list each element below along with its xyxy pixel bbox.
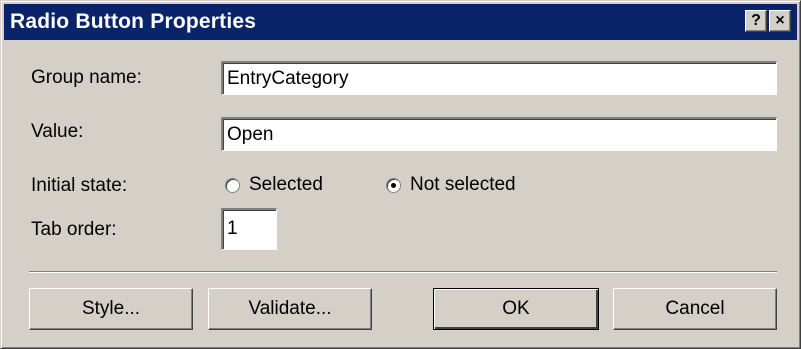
radio-checked-dot bbox=[391, 182, 396, 188]
radio-selected-label[interactable]: Selected bbox=[249, 174, 323, 196]
cancel-button[interactable]: Cancel bbox=[613, 288, 777, 330]
group-name-label: Group name: bbox=[31, 67, 142, 88]
radio-button-properties-dialog: Radio Button Properties ? × Group name: … bbox=[0, 0, 801, 349]
radio-selected-circle[interactable] bbox=[225, 177, 240, 193]
radio-not-selected-label[interactable]: Not selected bbox=[410, 174, 516, 196]
radio-not-selected[interactable]: Not selected bbox=[386, 173, 516, 197]
value-label: Value: bbox=[31, 121, 84, 142]
title-bar[interactable]: Radio Button Properties ? × bbox=[4, 4, 797, 40]
dialog-title: Radio Button Properties bbox=[10, 10, 257, 33]
separator-line bbox=[29, 271, 777, 273]
radio-not-selected-circle[interactable] bbox=[386, 177, 401, 193]
initial-state-label: Initial state: bbox=[31, 175, 128, 196]
tab-order-input[interactable]: 1 bbox=[221, 208, 277, 250]
radio-selected[interactable]: Selected bbox=[225, 173, 323, 197]
close-button[interactable]: × bbox=[769, 10, 791, 32]
value-input[interactable]: Open bbox=[221, 117, 777, 151]
group-name-input[interactable]: EntryCategory bbox=[221, 61, 777, 95]
style-button[interactable]: Style... bbox=[29, 288, 193, 330]
validate-button[interactable]: Validate... bbox=[208, 288, 372, 330]
help-button[interactable]: ? bbox=[745, 10, 767, 32]
tab-order-label: Tab order: bbox=[31, 219, 117, 240]
ok-button[interactable]: OK bbox=[433, 288, 599, 330]
